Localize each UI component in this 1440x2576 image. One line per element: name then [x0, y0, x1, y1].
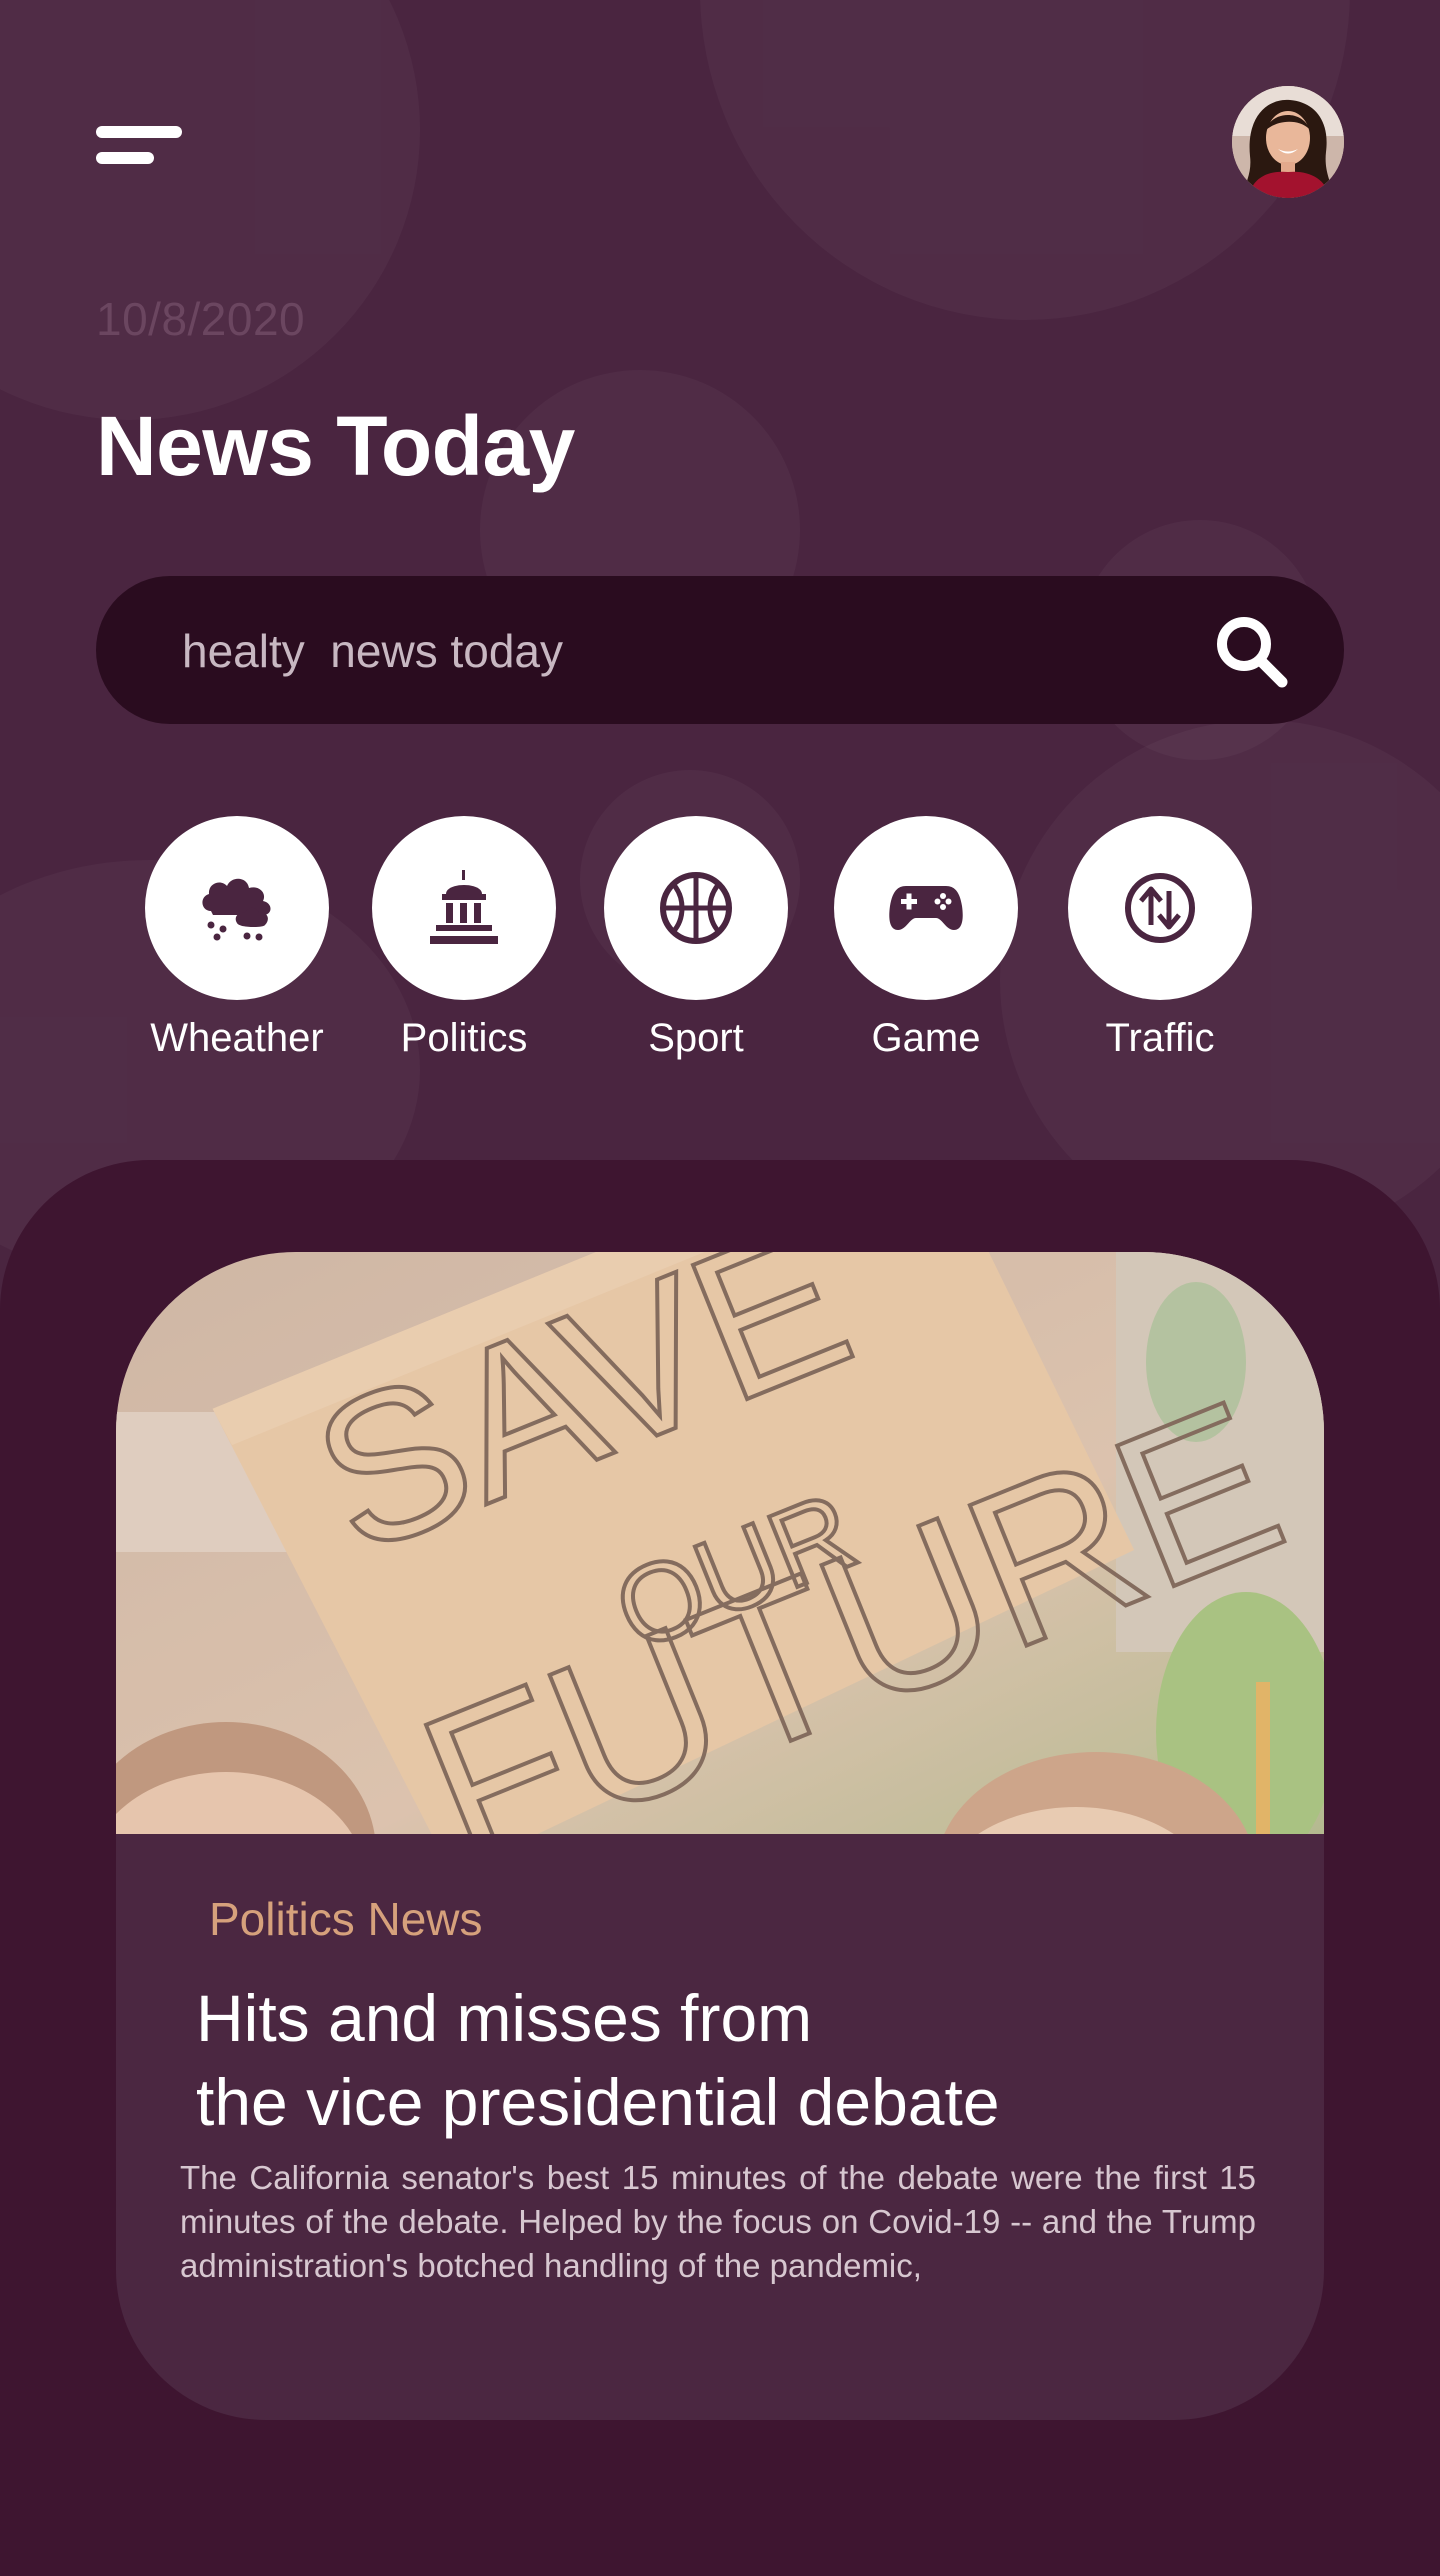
background-circle: [0, 0, 420, 420]
page-title: News Today: [96, 399, 575, 493]
category-sport-circle[interactable]: [604, 816, 788, 1000]
category-traffic[interactable]: Traffic: [1045, 816, 1275, 1061]
article-title-line: Hits and misses from: [196, 1981, 813, 2055]
category-label: Traffic: [1105, 1016, 1215, 1060]
cloud-rain-icon: [202, 878, 271, 941]
category-label: Wheather: [150, 1016, 324, 1060]
news-card[interactable]: SAVE OUR FUTURE Politics News Hits and m…: [116, 1252, 1324, 2420]
article-category: Politics News: [209, 1893, 483, 1945]
category-label: Sport: [648, 1016, 744, 1060]
avatar-icon: [1232, 86, 1344, 198]
category-weather-circle[interactable]: [145, 816, 329, 1000]
category-weather[interactable]: Wheather: [122, 816, 352, 1061]
avatar[interactable]: [1232, 86, 1344, 198]
search-input[interactable]: [180, 612, 1084, 690]
news-screen: 10/8/2020 News Today Wheather: [0, 0, 1440, 2576]
category-label: Politics: [400, 1016, 528, 1060]
capitol-building-icon: [430, 870, 498, 944]
search-icon[interactable]: [1212, 612, 1290, 690]
article-title[interactable]: Hits and misses from the vice presidenti…: [196, 1976, 1276, 2144]
article-title-line: the vice presidential debate: [196, 2065, 1000, 2139]
up-down-arrows-icon: [1125, 873, 1195, 943]
basketball-icon: [660, 872, 732, 944]
search-bar: [96, 576, 1344, 724]
article-image: SAVE OUR FUTURE: [116, 1252, 1324, 1834]
category-politics[interactable]: Politics: [349, 816, 579, 1061]
menu-icon[interactable]: [96, 126, 186, 170]
article-summary: The California senator's best 15 minutes…: [180, 2159, 1256, 2284]
category-game-circle[interactable]: [834, 816, 1018, 1000]
category-politics-circle[interactable]: [372, 816, 556, 1000]
category-game[interactable]: Game: [811, 816, 1041, 1061]
category-sport[interactable]: Sport: [581, 816, 811, 1061]
gamepad-icon: [889, 886, 963, 930]
category-traffic-circle[interactable]: [1068, 816, 1252, 1000]
date-label: 10/8/2020: [96, 293, 306, 345]
category-label: Game: [871, 1016, 981, 1060]
